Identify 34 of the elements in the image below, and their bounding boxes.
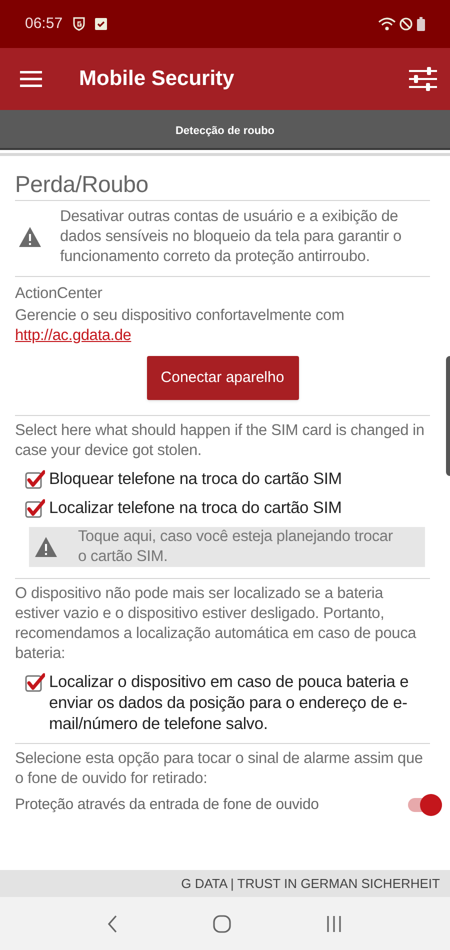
section-heading: ActionCenter: [15, 284, 104, 304]
link[interactable]: http://ac.gdata.de: [15, 327, 132, 344]
warning-icon: [33, 536, 59, 558]
clock: 06:57: [25, 14, 63, 34]
checkbox-label: Bloquear telefone na troca do cartão SIM: [49, 469, 342, 490]
description-text: Select here what should happen if the SIM card is changed in case your device got stolen.: [15, 421, 426, 461]
task-icon: [94, 18, 107, 30]
checked-checkbox[interactable]: [25, 499, 45, 519]
wifi-icon: [378, 17, 396, 31]
connect-button[interactable]: Conectar aparelho: [146, 356, 298, 400]
warning-text: Desativar outras contas de usuário e a exibição de dados sensíveis no bloqueio da tela para garantir o funcionamento correto da proteção antirroubo.: [60, 207, 402, 267]
recent-apps-icon[interactable]: [326, 914, 342, 932]
app-title: Mobile Security: [79, 66, 234, 92]
description-text: Gerencie o seu dispositivo confortavelmente com http://ac.gdata.de: [15, 306, 346, 346]
tab[interactable]: Detecção de roubo: [175, 122, 275, 139]
footer-text: G DATA | TRUST IN GERMAN SICHERHEIT: [181, 874, 440, 893]
menu-icon[interactable]: [20, 71, 42, 87]
settings-icon[interactable]: [409, 66, 437, 92]
hint-panel[interactable]: Toque aqui, caso você esteja planejando trocar o cartão SIM.: [29, 527, 425, 567]
switch-label: Proteção através da entrada de fone de ouvido: [15, 795, 320, 815]
checked-checkbox[interactable]: [25, 673, 45, 693]
checked-checkbox[interactable]: [25, 470, 45, 490]
home-icon[interactable]: [212, 914, 231, 932]
back-icon[interactable]: [108, 914, 118, 932]
do-not-disturb-icon: [399, 17, 413, 31]
battery-icon: [417, 17, 425, 31]
description-text: Selecione esta opção para tocar o sinal de alarme assim que o fone de ouvido for retirado:: [15, 749, 424, 789]
checkbox-label: Localizar o dispositivo em caso de pouca bateria e enviar os dados da posição para o endereço de e-mail/número de telefone salvo.: [49, 672, 410, 735]
warning-icon: [18, 226, 42, 248]
hint-text: Toque aqui, caso você esteja planejando trocar o cartão SIM.: [78, 527, 394, 567]
checkbox-label: Localizar telefone na troca do cartão SIM: [49, 498, 342, 519]
shield-icon: [72, 17, 85, 31]
description-text: O dispositivo não pode mais ser localizado se a bateria estiver vazio e o dispositivo estiver desligado. Portanto, recomendamos a localização automática em caso de pouca bateria:: [15, 584, 418, 664]
page-title: Perda/Roubo: [15, 170, 150, 198]
